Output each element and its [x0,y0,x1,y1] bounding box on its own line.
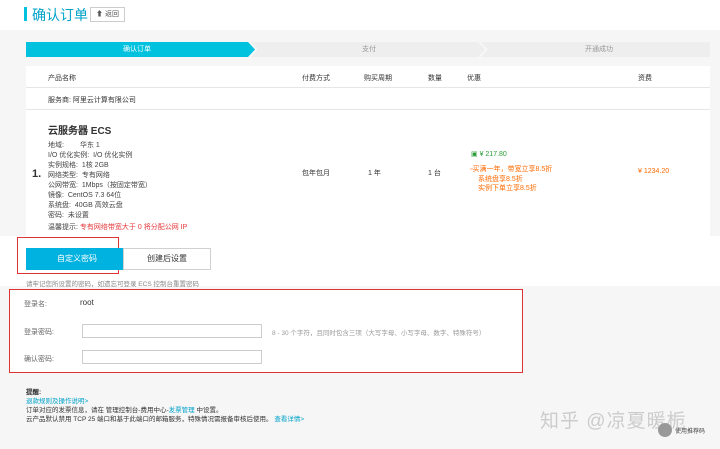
step-3: 开通成功 [585,46,613,53]
col-pay-method: 付费方式 [302,75,330,82]
price: ¥ 1234.20 [638,168,670,175]
order-table: 产品名称 付费方式 购买周期 数量 优惠 资费 服务商: 阿里云计算有限公司 1… [26,66,710,236]
order-confirm-page: 确认订单 ⬆ 返回 确认订单 支付 开通成功 产品名称 付费方式 购买周期 数量… [0,0,720,449]
tip-text: 专有网络带宽大于 0 将分配公网 IP [79,224,188,231]
footer-line-3: 云产品默认禁用 TCP 25 端口和基于此端口的邮箱服务，特殊情况需报备审核后使… [26,413,304,423]
discount-amount: ▣ ¥ 217.80 [471,150,507,158]
vendor-row: 服务商: 阿里云计算有限公司 [26,88,710,110]
spec-value: 40GB 高效云盘 [74,202,123,209]
discount-amount-value: ¥ 217.80 [479,151,507,158]
spec-network: 网络类型: 专有网络 [48,170,218,180]
product-name: 云服务器 ECS [48,126,112,137]
col-product: 产品名称 [48,75,76,82]
back-label: 返回 [104,11,119,18]
spec-value: 未设置 [67,212,89,219]
login-name-label: 登录名: [24,301,47,308]
warm-tip: 温馨提示: 专有网络带宽大于 0 将分配公网 IP [48,222,187,232]
spec-disk: 系统盘: 40GB 高效云盘 [48,200,218,210]
password-label: 登录密码: [24,329,54,336]
title-accent-bar [24,7,27,21]
confirm-password-label: 确认密码: [24,356,54,363]
discount-1[interactable]: ▫买满一年，带宽立享8.5折 [470,164,552,174]
avatar-icon [658,423,672,437]
order-steps: 确认订单 支付 开通成功 [26,42,710,57]
col-quantity: 数量 [428,75,442,82]
spec-value: CentOS 7.3 64位 [67,192,122,199]
spec-key: 网络类型: [48,172,78,179]
spec-value: 专有网络 [81,172,110,179]
spec-password: 密码: 未设置 [48,210,218,220]
view-details-link[interactable]: 查看详情> [274,416,304,423]
spec-value: 华东 1 [79,142,100,149]
step-2: 支付 [362,46,376,53]
vendor-name: 服务商: 阿里云计算有限公司 [48,97,136,104]
spec-key: I/O 优化实例: [48,152,90,159]
col-discount: 优惠 [467,75,481,82]
footer-line-3-text: 云产品默认禁用 TCP 25 端口和基于此端口的邮箱服务，特殊情况需报备审核后使… [26,416,273,423]
spec-value: 1核 2GB [81,162,109,169]
spec-value: 1Mbps（按固定带宽） [81,182,152,189]
tip-label: 温馨提示: [48,224,78,231]
discount-icon: ▣ [471,151,478,158]
spec-key: 镜像: [48,192,64,199]
password-form: 登录名: root 登录密码: 8 - 30 个字符，且同时包含三项（大写字母、… [9,289,523,373]
spec-instance: 实例规格: 1核 2GB [48,160,218,170]
page-title: 确认订单 [32,7,88,23]
custom-password-button[interactable]: 自定义密码 [26,248,128,270]
spec-image: 镜像: CentOS 7.3 64位 [48,190,218,200]
login-name-value: root [80,298,94,307]
discount-3: 实例下单立享8.5折 [478,185,537,192]
back-arrow-icon: ⬆ [96,11,103,18]
password-note: 请牢记您所设置的密码，如遗忘可登录 ECS 控制台重置密码 [26,281,199,288]
spec-key: 实例规格: [48,162,78,169]
spec-key: 公网带宽: [48,182,78,189]
set-later-button[interactable]: 创建后设置 [123,248,211,270]
col-period: 购买周期 [364,75,392,82]
spec-region: 地域: 华东 1 [48,140,218,150]
period: 1 年 [368,170,381,177]
pay-method: 包年包月 [302,170,330,177]
spec-key: 系统盘: [48,202,71,209]
spec-value: I/O 优化实例 [93,152,133,159]
spec-io: I/O 优化实例: I/O 优化实例 [48,150,218,160]
discount-1-label: 买满一年，带宽立享8.5折 [472,166,553,173]
col-price: 资费 [638,75,652,82]
password-hint: 8 - 30 个字符，且同时包含三项（大写字母、小写字母、数字、特殊符号） [272,330,486,337]
quantity: 1 台 [428,170,441,177]
back-button[interactable]: ⬆ 返回 [90,7,125,22]
spec-key: 地域: [48,142,64,149]
row-index: 1. [32,168,42,180]
table-header: 产品名称 付费方式 购买周期 数量 优惠 资费 [26,66,710,88]
spec-bandwidth: 公网带宽: 1Mbps（按固定带宽） [48,180,218,190]
page-header: 确认订单 ⬆ 返回 [0,0,720,30]
spec-key: 密码: [48,212,64,219]
step-1: 确认订单 [123,46,151,53]
password-input[interactable] [82,324,262,338]
watermark-sub: 使用推荐码 [675,429,706,435]
confirm-password-input[interactable] [82,350,262,364]
